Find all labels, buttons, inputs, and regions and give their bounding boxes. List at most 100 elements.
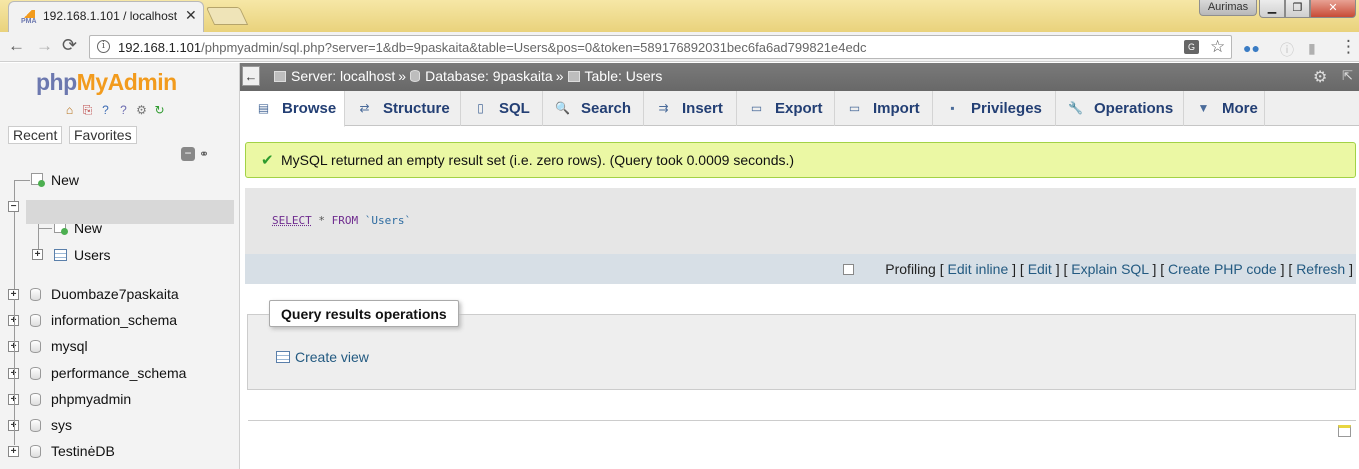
tab-browse[interactable]: ▤ Browse: [244, 91, 345, 127]
tab-search[interactable]: 🔍 Search: [543, 91, 644, 126]
check-icon: ✔: [261, 152, 274, 169]
new-tab-button[interactable]: [205, 7, 249, 25]
breadcrumb-table[interactable]: Table: Users: [585, 68, 663, 84]
explain-sql-link[interactable]: Explain SQL: [1071, 261, 1148, 277]
tab-sql[interactable]: ▯ SQL: [461, 91, 543, 126]
profiling-checkbox[interactable]: [843, 264, 854, 275]
sql-action-links: Profiling [ Edit inline ] [ Edit ] [ Exp…: [245, 254, 1356, 284]
tab-operations[interactable]: 🔧 Operations: [1056, 91, 1184, 126]
new-database-icon: [31, 173, 45, 187]
tree-item-database[interactable]: sys: [51, 414, 72, 436]
documentation-icon[interactable]: ?: [116, 103, 131, 118]
browser-toolbar: ← → ⟳ i 192.168.1.101/phpmyadmin/sql.php…: [0, 32, 1359, 62]
browser-menu-icon[interactable]: ⋮: [1340, 37, 1357, 57]
tree-item-database[interactable]: Duombaze7paskaita: [51, 283, 179, 305]
refresh-link[interactable]: Refresh: [1296, 261, 1345, 277]
tree-item-users[interactable]: Users: [74, 244, 111, 266]
sql-query-box: SELECT * FROM `Users`: [245, 188, 1356, 254]
settings-icon[interactable]: ⚙: [134, 103, 149, 118]
pdf-extension-icon[interactable]: ▮: [1308, 40, 1316, 57]
phpmyadmin-logo[interactable]: phpMyAdmin: [36, 69, 177, 96]
maximize-page-icon[interactable]: ⇱: [1342, 68, 1353, 84]
edit-inline-link[interactable]: Edit inline: [948, 261, 1009, 277]
database-icon: [30, 340, 41, 353]
reload-navigation-icon[interactable]: ↻: [152, 103, 167, 118]
back-arrow-icon[interactable]: ←: [8, 36, 25, 56]
forward-arrow-icon[interactable]: →: [36, 36, 53, 56]
sql-query-code[interactable]: SELECT * FROM `Users`: [272, 214, 411, 227]
breadcrumb-separator: »: [398, 68, 407, 84]
url-path: /phpmyadmin/sql.php?server=1&db=9paskait…: [201, 40, 867, 55]
profiling-label[interactable]: Profiling: [885, 261, 936, 277]
people-extension-icon[interactable]: ●●: [1243, 40, 1260, 56]
database-icon: [30, 445, 41, 458]
collapse-db-icon[interactable]: −: [8, 201, 19, 212]
home-icon[interactable]: ⌂: [62, 103, 77, 118]
query-results-operations-legend: Query results operations: [269, 300, 459, 327]
bookmark-star-icon[interactable]: ☆: [1210, 37, 1225, 57]
collapse-all-icon[interactable]: −: [181, 147, 195, 161]
sql-star: *: [311, 214, 332, 227]
tab-label: Import: [873, 100, 920, 117]
tab-privileges[interactable]: ▪ Privileges: [933, 91, 1056, 126]
export-icon: ▭: [750, 101, 763, 115]
url-text[interactable]: 192.168.1.101/phpmyadmin/sql.php?server=…: [118, 40, 866, 55]
logout-icon[interactable]: ⎘: [80, 103, 95, 118]
tree-item-database[interactable]: mysql: [51, 335, 88, 357]
create-php-code-link[interactable]: Create PHP code: [1168, 261, 1277, 277]
tree-item-users-row[interactable]: [26, 200, 234, 224]
tree-connector: [14, 299, 15, 445]
tree-item-database[interactable]: performance_schema: [51, 362, 186, 384]
maximize-button[interactable]: ❐: [1285, 0, 1310, 18]
reload-icon[interactable]: ⟳: [62, 35, 77, 56]
profile-badge[interactable]: Aurimas: [1199, 0, 1257, 16]
browser-tab[interactable]: PMA 192.168.1.101 / localhost ✕: [8, 1, 204, 32]
tab-close-icon[interactable]: ✕: [185, 7, 197, 24]
tab-import[interactable]: ▭ Import: [835, 91, 933, 126]
translate-icon[interactable]: G: [1184, 40, 1199, 54]
edit-link[interactable]: Edit: [1028, 261, 1052, 277]
tab-label: More: [1222, 100, 1258, 117]
privileges-icon: ▪: [950, 101, 955, 115]
expand-table-icon[interactable]: +: [32, 249, 43, 260]
breadcrumb-bar: ← Server: localhost » Database: 9paskait…: [240, 63, 1359, 91]
tree-item-database[interactable]: phpmyadmin: [51, 388, 131, 410]
breadcrumb-database[interactable]: Database: 9paskaita: [425, 68, 553, 84]
tree-item-new[interactable]: New: [51, 169, 79, 191]
create-view-link[interactable]: Create view: [276, 349, 369, 365]
database-icon: [30, 314, 41, 327]
page-settings-icon[interactable]: ⚙: [1313, 67, 1327, 87]
address-bar[interactable]: i 192.168.1.101/phpmyadmin/sql.php?serve…: [89, 35, 1232, 59]
tab-insert[interactable]: ⇉ Insert: [644, 91, 737, 126]
tab-structure[interactable]: ⇄ Structure: [345, 91, 461, 126]
sql-keyword-select[interactable]: SELECT: [272, 214, 312, 227]
database-icon: [30, 419, 41, 432]
sql-keyword-from: FROM: [331, 214, 359, 227]
insert-icon: ⇉: [658, 101, 669, 115]
breadcrumb-server[interactable]: Server: localhost: [291, 68, 395, 84]
tree-item-database[interactable]: information_schema: [51, 309, 177, 331]
link-with-main-icon[interactable]: ⚭: [199, 147, 209, 161]
expand-db-icon[interactable]: +: [8, 446, 19, 457]
console-notes-icon[interactable]: [1338, 425, 1351, 437]
info-extension-icon[interactable]: ⓘ: [1280, 40, 1294, 60]
tree-connector: [38, 228, 52, 229]
breadcrumb: Server: localhost » Database: 9paskaita …: [274, 68, 662, 84]
operations-icon: 🔧: [1068, 101, 1083, 115]
table-icon: [567, 70, 580, 82]
minimize-button[interactable]: ▁: [1259, 0, 1285, 18]
collapse-navigation-icon[interactable]: ←: [242, 66, 260, 86]
tab-more[interactable]: ▼ More: [1184, 91, 1265, 126]
recent-button[interactable]: Recent: [8, 126, 63, 144]
tab-export[interactable]: ▭ Export: [737, 91, 835, 126]
favorites-button[interactable]: Favorites: [69, 126, 137, 144]
window-close-button[interactable]: ✕: [1310, 0, 1356, 18]
structure-icon: ⇄: [359, 101, 370, 115]
tab-label: Search: [581, 100, 632, 117]
sql-table-name: `Users`: [358, 214, 412, 227]
tree-item-database[interactable]: TestinėDB: [51, 440, 115, 462]
site-info-icon[interactable]: i: [97, 40, 110, 53]
pma-navigation-panel: phpMyAdmin ⌂ ⎘ ? ? ⚙ ↻ Recent Favorites …: [0, 63, 240, 469]
query-window-icon[interactable]: ?: [98, 103, 113, 118]
tab-label: Insert: [682, 100, 723, 117]
